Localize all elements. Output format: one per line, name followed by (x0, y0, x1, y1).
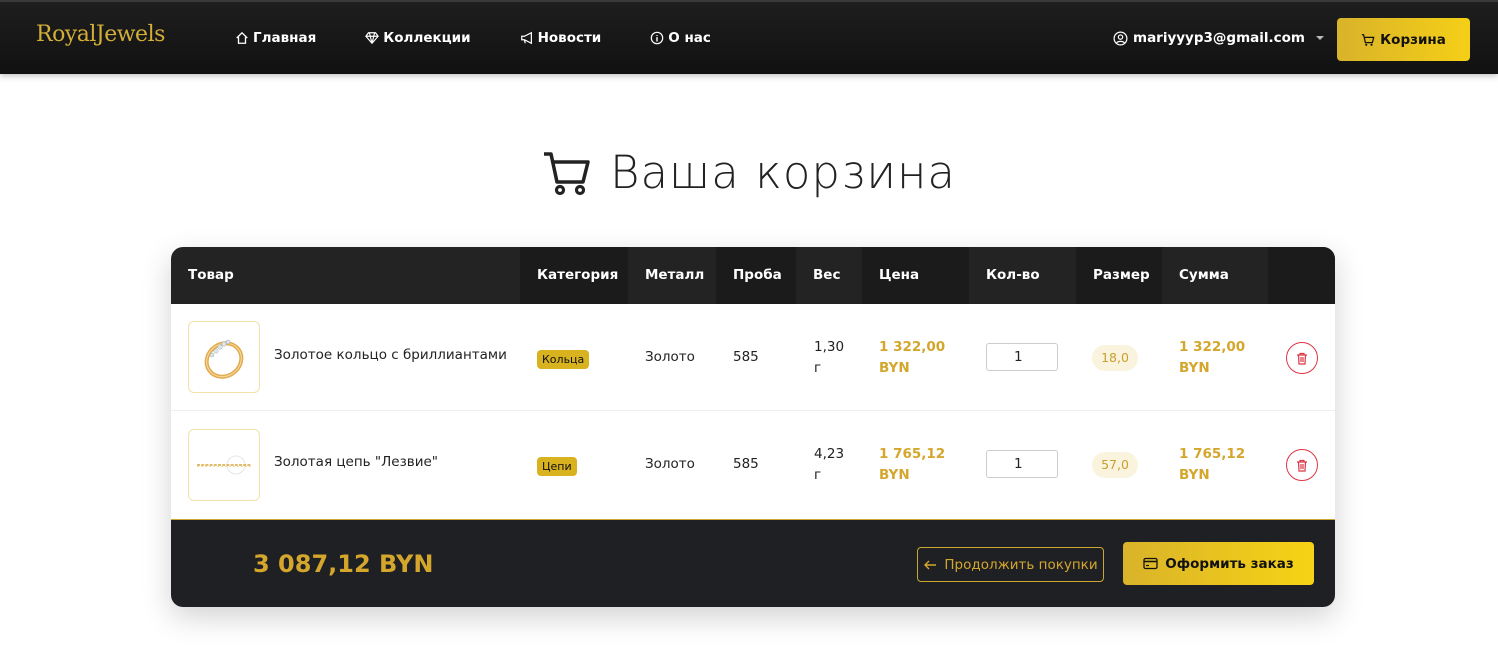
table-row: Золотое кольцо с бриллиантами Кольца Зол… (171, 304, 1335, 411)
checkout-button[interactable]: Оформить заказ (1123, 542, 1314, 585)
user-email: mariyyyp3@gmail.com (1133, 30, 1305, 46)
price-cell: 1 322,00 BYN (879, 339, 946, 376)
nav-link-news[interactable]: Новости (520, 30, 602, 46)
nav-link-label: О нас (668, 30, 711, 46)
ring-image (204, 339, 244, 379)
delete-item-button[interactable] (1286, 449, 1318, 481)
product-image-chain[interactable] (188, 429, 260, 501)
size-badge: 57,0 (1092, 452, 1138, 478)
nav-link-label: Коллекции (383, 30, 471, 46)
info-icon (650, 31, 664, 45)
nav-link-collections[interactable]: Коллекции (365, 30, 471, 46)
category-badge: Кольца (537, 350, 590, 369)
col-header-probe: Проба (716, 247, 796, 304)
trash-icon (1297, 459, 1307, 472)
page-title-wrap: Ваша корзина (0, 146, 1498, 199)
home-icon (236, 31, 248, 44)
cart-button[interactable]: Корзина (1337, 18, 1470, 61)
col-header-category: Категория (520, 247, 628, 304)
col-header-metal: Металл (645, 267, 705, 283)
probe-cell: 585 (733, 349, 759, 365)
col-header-price: Цена (862, 247, 969, 304)
cart-card: Товар Категория Металл Проба Вес Цена Ко… (171, 247, 1335, 607)
delete-item-button[interactable] (1286, 342, 1318, 374)
nav-link-label: Новости (537, 30, 602, 46)
cart-icon (1362, 33, 1375, 46)
page-title: Ваша корзина (610, 146, 956, 199)
cart-footer: 3 087,12 BYN Продолжить покупки Оформить… (171, 519, 1335, 607)
price-cell: 1 765,12 BYN (879, 446, 946, 483)
credit-card-icon (1143, 557, 1158, 570)
chain-image (197, 455, 251, 475)
user-circle-icon (1113, 31, 1128, 45)
col-header-quantity: Кол-во (986, 267, 1040, 283)
quantity-input[interactable] (986, 343, 1058, 371)
continue-shopping-label: Продолжить покупки (944, 556, 1098, 573)
nav-links: Главная Коллекции Новости О нас (235, 30, 760, 46)
nav-link-about[interactable]: О нас (650, 30, 711, 46)
weight-cell: 1,30 г (814, 339, 845, 376)
table-header: Товар Категория Металл Проба Вес Цена Ко… (171, 247, 1335, 304)
category-badge: Цепи (537, 457, 577, 476)
col-header-sum: Сумма (1179, 267, 1229, 283)
trash-icon (1297, 352, 1307, 365)
probe-cell: 585 (733, 456, 759, 472)
arrow-left-icon (924, 560, 937, 569)
nav-link-label: Главная (253, 30, 317, 46)
cart-button-label: Корзина (1380, 31, 1446, 48)
weight-cell: 4,23 г (814, 446, 845, 483)
col-header-weight: Вес (813, 267, 841, 283)
sum-cell: 1 765,12 BYN (1179, 446, 1246, 483)
col-header-product: Товар (188, 267, 234, 283)
brand-logo[interactable]: RoyalJewels (36, 22, 165, 47)
metal-cell: Золото (645, 349, 695, 365)
product-image-ring[interactable] (188, 321, 260, 393)
metal-cell: Золото (645, 456, 695, 472)
nav-link-home[interactable]: Главная (235, 30, 316, 46)
col-header-size: Размер (1076, 247, 1162, 304)
col-header-actions (1268, 247, 1335, 304)
navbar: RoyalJewels Главная Коллекции Новости О … (0, 0, 1498, 74)
sum-cell: 1 322,00 BYN (1179, 339, 1246, 376)
chevron-down-icon (1316, 36, 1324, 40)
gem-icon (365, 32, 380, 45)
table-row: Золотая цепь "Лезвие" Цепи Золото 585 4,… (171, 411, 1335, 519)
product-name[interactable]: Золотое кольцо с бриллиантами (274, 347, 507, 363)
quantity-input[interactable] (986, 450, 1058, 478)
user-menu[interactable]: mariyyyp3@gmail.com (1113, 30, 1324, 46)
checkout-label: Оформить заказ (1165, 555, 1294, 572)
cart-icon (544, 151, 590, 195)
cart-total: 3 087,12 BYN (253, 550, 434, 578)
size-badge: 18,0 (1092, 345, 1138, 371)
product-name[interactable]: Золотая цепь "Лезвие" (274, 454, 438, 470)
continue-shopping-button[interactable]: Продолжить покупки (917, 547, 1104, 582)
megaphone-icon (520, 31, 532, 45)
